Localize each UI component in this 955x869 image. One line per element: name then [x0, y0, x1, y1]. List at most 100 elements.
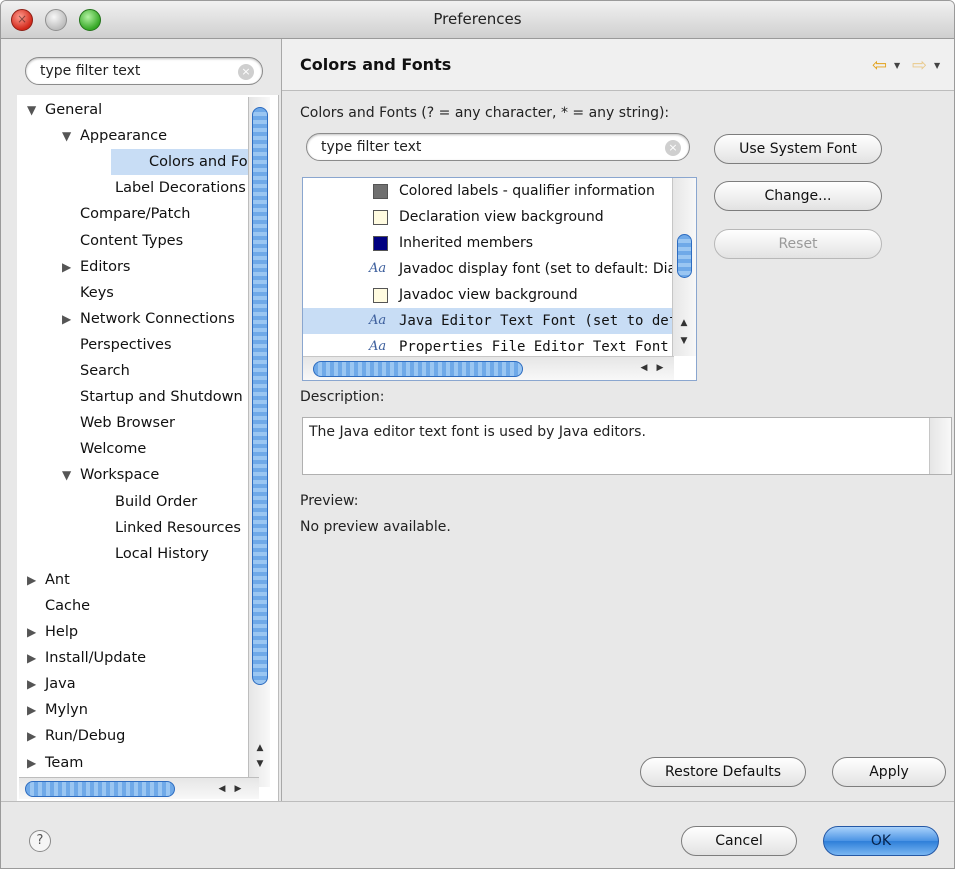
tree-item[interactable]: ▼ Appearance: [17, 123, 247, 149]
scroll-up-arrow-icon[interactable]: ▲: [253, 741, 267, 755]
tree-item-label: Local History: [115, 545, 209, 562]
expand-twisty-icon[interactable]: ▶: [27, 619, 45, 645]
expand-twisty-icon[interactable]: ▶: [27, 750, 45, 776]
tree-item-label: Content Types: [80, 232, 184, 249]
dialog-footer: ? Cancel OK: [1, 801, 954, 868]
tree-item[interactable]: Startup and Shutdown: [17, 384, 247, 410]
tree-item[interactable]: Colors and Fonts: [111, 149, 270, 176]
preference-tree-pane: type filter text × ▼ General ▼ Appearance Co…: [9, 45, 281, 801]
list-scroll-right-arrow-icon[interactable]: ▶: [653, 361, 667, 375]
tree-item[interactable]: Compare/Patch: [17, 201, 247, 227]
color-font-list-item[interactable]: Aa Javadoc display font (set to default: …: [303, 256, 673, 282]
expand-twisty-icon[interactable]: ▶: [27, 567, 45, 593]
tree-item[interactable]: ▶ Ant: [17, 567, 247, 593]
tree-item[interactable]: ▶ Run/Debug: [17, 723, 247, 749]
color-font-list-item[interactable]: Javadoc view background: [303, 282, 673, 308]
expand-twisty-icon[interactable]: ▶: [27, 697, 45, 723]
list-scroll-thumb[interactable]: [677, 234, 692, 278]
color-font-item-label: Colored labels - qualifier information: [399, 183, 655, 199]
tree-filter-placeholder: type filter text: [40, 63, 141, 79]
expand-twisty-icon[interactable]: ▶: [27, 671, 45, 697]
expand-twisty-icon[interactable]: ▶: [27, 723, 45, 749]
tree-item[interactable]: Search: [17, 358, 247, 384]
cancel-button[interactable]: Cancel: [681, 826, 797, 856]
list-scroll-up-arrow-icon[interactable]: ▲: [677, 316, 691, 330]
use-system-font-button[interactable]: Use System Font: [714, 134, 882, 164]
expand-twisty-icon[interactable]: ▶: [62, 254, 80, 280]
tree-scroll-thumb[interactable]: [252, 107, 268, 685]
tree-item-label: Run/Debug: [45, 728, 126, 745]
tree-item[interactable]: ▶ Team: [17, 750, 247, 776]
tree-item[interactable]: ▶ Java: [17, 671, 247, 697]
clear-filter-icon[interactable]: ×: [238, 64, 254, 80]
tree-filter-input[interactable]: type filter text ×: [25, 57, 263, 85]
expand-twisty-icon[interactable]: ▶: [27, 645, 45, 671]
tree-item[interactable]: ▶ Editors: [17, 254, 247, 280]
tree-item[interactable]: Label Decorations: [17, 175, 247, 201]
tree-item[interactable]: ▼ Workspace: [17, 462, 247, 488]
color-swatch-icon: [373, 184, 388, 199]
color-font-item-label: Java Editor Text Font (set to default: T…: [399, 313, 673, 329]
tree-item-label: Ant: [45, 571, 70, 588]
list-scroll-down-arrow-icon[interactable]: ▼: [677, 334, 691, 348]
reset-button[interactable]: Reset: [714, 229, 882, 259]
tree-item[interactable]: Perspectives: [17, 332, 247, 358]
forward-arrow-icon[interactable]: ⇨: [912, 55, 927, 76]
scroll-left-arrow-icon[interactable]: ◀: [215, 782, 229, 796]
tree-item[interactable]: ▼ General: [17, 97, 247, 123]
colors-fonts-filter-input[interactable]: type filter text ×: [306, 133, 690, 161]
color-font-list-item[interactable]: Inherited members: [303, 230, 673, 256]
back-history-dropdown-icon[interactable]: ▼: [894, 61, 900, 70]
title-bar: × Preferences: [1, 1, 954, 39]
list-scroll-left-arrow-icon[interactable]: ◀: [637, 361, 651, 375]
tree-item[interactable]: Local History: [17, 541, 247, 567]
color-font-list-item[interactable]: Aa Java Editor Text Font (set to default:…: [303, 308, 673, 334]
tree-item[interactable]: ▶ Mylyn: [17, 697, 247, 723]
color-font-item-label: Javadoc view background: [399, 287, 578, 303]
list-hscroll-thumb[interactable]: [313, 361, 523, 377]
tree-item[interactable]: Content Types: [17, 228, 247, 254]
tree-item[interactable]: Keys: [17, 280, 247, 306]
help-icon[interactable]: ?: [29, 830, 51, 852]
tree-horizontal-scrollbar[interactable]: ◀ ▶: [19, 777, 259, 799]
tree-item[interactable]: Linked Resources: [17, 515, 247, 541]
description-box: The Java editor text font is used by Jav…: [302, 417, 952, 475]
page-title: Colors and Fonts: [300, 55, 452, 74]
forward-history-dropdown-icon[interactable]: ▼: [934, 61, 940, 70]
tree-item[interactable]: ▶ Help: [17, 619, 247, 645]
tree-item-label: Cache: [45, 597, 91, 614]
color-font-list-item[interactable]: Declaration view background: [303, 204, 673, 230]
restore-defaults-button[interactable]: Restore Defaults: [640, 757, 806, 787]
description-scrollbar[interactable]: [929, 418, 951, 474]
tree-hscroll-thumb[interactable]: [25, 781, 175, 797]
collapse-twisty-icon[interactable]: ▼: [62, 462, 80, 488]
clear-filter-icon[interactable]: ×: [665, 140, 681, 156]
ok-button[interactable]: OK: [823, 826, 939, 856]
tree-item[interactable]: Welcome: [17, 436, 247, 462]
tree-item[interactable]: Web Browser: [17, 410, 247, 436]
tree-item[interactable]: Build Order: [17, 489, 247, 515]
tree-item[interactable]: ▶ Network Connections: [17, 306, 247, 332]
tree-item[interactable]: Cache: [17, 593, 247, 619]
color-font-list-item[interactable]: Colored labels - qualifier information: [303, 178, 673, 204]
list-horizontal-scrollbar[interactable]: ◀ ▶: [303, 356, 674, 380]
tree-item-label: Startup and Shutdown: [80, 389, 243, 406]
description-text: The Java editor text font is used by Jav…: [309, 424, 646, 440]
color-swatch-icon: [373, 288, 388, 303]
apply-button[interactable]: Apply: [832, 757, 946, 787]
tree-item-label: Welcome: [80, 441, 147, 458]
collapse-twisty-icon[interactable]: ▼: [62, 123, 80, 149]
back-arrow-icon[interactable]: ⇦: [872, 55, 887, 76]
tree-item-label: General: [45, 102, 103, 118]
scroll-down-arrow-icon[interactable]: ▼: [253, 757, 267, 771]
tree-vertical-scrollbar[interactable]: ▲ ▼: [248, 97, 270, 787]
color-font-item-label: Declaration view background: [399, 209, 604, 225]
tree-item[interactable]: ▶ Install/Update: [17, 645, 247, 671]
scroll-right-arrow-icon[interactable]: ▶: [231, 782, 245, 796]
tree-item-label: Help: [45, 624, 79, 640]
list-vertical-scrollbar[interactable]: ▲ ▼: [672, 178, 696, 356]
preferences-window: × Preferences type filter text × ▼ Genera…: [0, 0, 955, 869]
expand-twisty-icon[interactable]: ▶: [62, 306, 80, 332]
change-button[interactable]: Change...: [714, 181, 882, 211]
collapse-twisty-icon[interactable]: ▼: [27, 97, 45, 123]
